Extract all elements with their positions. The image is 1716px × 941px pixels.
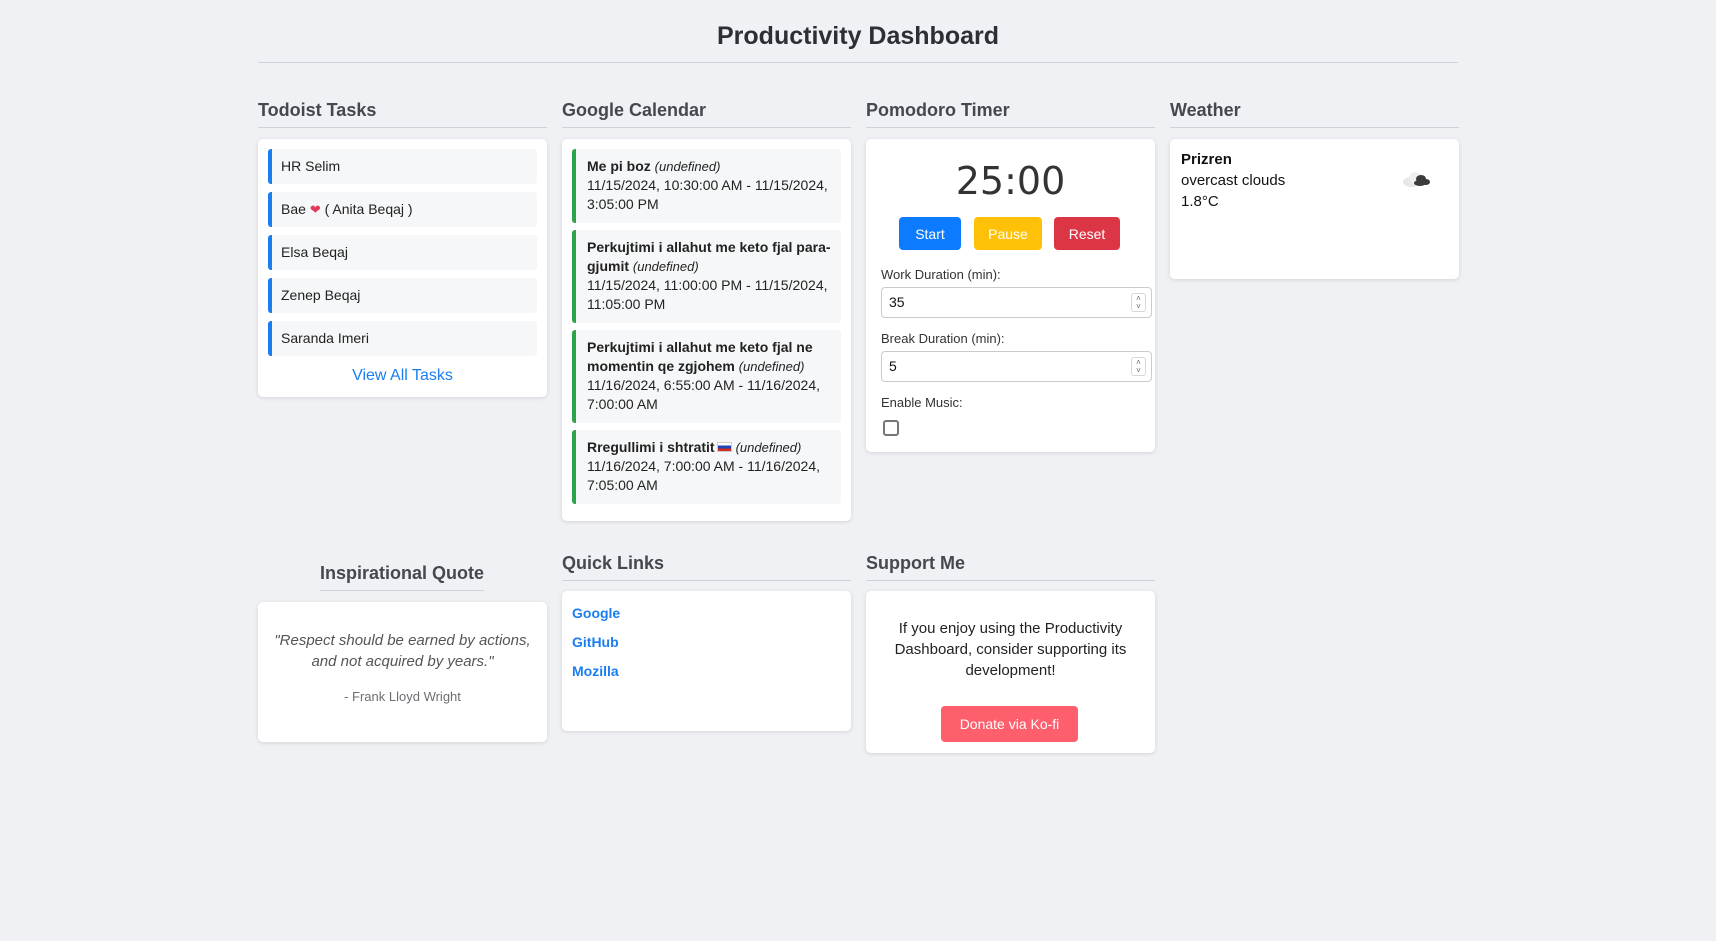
reset-button[interactable]: Reset bbox=[1054, 217, 1120, 250]
break-duration-label: Break Duration (min): bbox=[881, 331, 1005, 346]
event-title: Me pi boz bbox=[587, 158, 651, 174]
event-title: Rregullimi i shtratit bbox=[587, 439, 715, 455]
task-item[interactable]: Bae ❤ ( Anita Beqaj ) bbox=[268, 192, 537, 227]
heart-icon: ❤ bbox=[309, 202, 321, 217]
page-title: Productivity Dashboard bbox=[717, 22, 999, 50]
task-item[interactable]: Saranda Imeri bbox=[268, 321, 537, 356]
event-time: 11/16/2024, 7:00:00 AM - 11/16/2024, 7:0… bbox=[587, 458, 820, 493]
calendar-event[interactable]: Me pi boz (undefined) 11/15/2024, 10:30:… bbox=[572, 149, 841, 223]
stepper-icon[interactable]: ˄ ˅ bbox=[1131, 293, 1146, 312]
enable-music-label: Enable Music: bbox=[881, 395, 963, 410]
quote-author: - Frank Lloyd Wright bbox=[344, 689, 461, 704]
work-duration-input[interactable]: 35 ˄ ˅ bbox=[881, 287, 1152, 318]
event-time: 11/15/2024, 11:00:00 PM - 11/15/2024, 11… bbox=[587, 277, 828, 312]
work-duration-label: Work Duration (min): bbox=[881, 267, 1001, 282]
support-card: If you enjoy using the Productivity Dash… bbox=[866, 591, 1155, 753]
work-duration-value: 35 bbox=[889, 294, 905, 310]
calendar-card: Me pi boz (undefined) 11/15/2024, 10:30:… bbox=[562, 139, 851, 521]
task-label-suffix: ( Anita Beqaj ) bbox=[324, 201, 413, 217]
task-item[interactable]: Zenep Beqaj bbox=[268, 278, 537, 313]
stepper-icon[interactable]: ˄ ˅ bbox=[1131, 357, 1146, 376]
link-google[interactable]: Google bbox=[572, 605, 620, 621]
support-text: If you enjoy using the Productivity Dash… bbox=[894, 620, 1127, 679]
weather-city: Prizren bbox=[1181, 151, 1232, 168]
cloud-icon bbox=[1403, 172, 1430, 187]
quote-text: "Respect should be earned by actions, an… bbox=[274, 632, 531, 670]
pomodoro-heading: Pomodoro Timer bbox=[866, 100, 1155, 128]
weather-heading: Weather bbox=[1170, 100, 1459, 128]
flag-icon bbox=[716, 442, 732, 453]
calendar-event[interactable]: Perkujtimi i allahut me keto fjal ne mom… bbox=[572, 330, 841, 423]
event-time: 11/15/2024, 10:30:00 AM - 11/15/2024, 3:… bbox=[587, 177, 828, 212]
quote-heading: Inspirational Quote bbox=[320, 563, 484, 591]
task-label: Saranda Imeri bbox=[281, 330, 369, 346]
calendar-event[interactable]: Rregullimi i shtratit (undefined) 11/16/2… bbox=[572, 430, 841, 504]
link-github[interactable]: GitHub bbox=[572, 634, 619, 650]
task-item[interactable]: HR Selim bbox=[268, 149, 537, 184]
pomodoro-card: 25:00 Start Pause Reset Work Duration (m… bbox=[866, 139, 1155, 452]
task-label: Bae bbox=[281, 201, 306, 217]
break-duration-input[interactable]: 5 ˄ ˅ bbox=[881, 351, 1152, 382]
pause-button[interactable]: Pause bbox=[974, 217, 1042, 250]
calendar-event[interactable]: Perkujtimi i allahut me keto fjal para-g… bbox=[572, 230, 841, 323]
todoist-card: HR Selim Bae ❤ ( Anita Beqaj ) Elsa Beqa… bbox=[258, 139, 547, 397]
weather-description: overcast clouds bbox=[1181, 172, 1286, 189]
quick-links-card: Google GitHub Mozilla bbox=[562, 591, 851, 731]
donate-button[interactable]: Donate via Ko-fi bbox=[941, 706, 1078, 742]
event-tag: (undefined) bbox=[654, 159, 721, 174]
quote-card: "Respect should be earned by actions, an… bbox=[258, 602, 547, 742]
task-label: Elsa Beqaj bbox=[281, 244, 348, 260]
weather-temperature: 1.8°C bbox=[1181, 193, 1219, 210]
event-time: 11/16/2024, 6:55:00 AM - 11/16/2024, 7:0… bbox=[587, 377, 820, 412]
view-all-tasks-link[interactable]: View All Tasks bbox=[258, 367, 547, 385]
link-mozilla[interactable]: Mozilla bbox=[572, 663, 619, 679]
event-tag: (undefined) bbox=[735, 440, 802, 455]
break-duration-value: 5 bbox=[889, 358, 897, 374]
event-tag: (undefined) bbox=[632, 259, 699, 274]
weather-card: Prizren overcast clouds 1.8°C bbox=[1170, 139, 1459, 279]
todoist-heading: Todoist Tasks bbox=[258, 100, 547, 128]
start-button[interactable]: Start bbox=[899, 217, 961, 250]
task-label: Zenep Beqaj bbox=[281, 287, 361, 303]
task-item[interactable]: Elsa Beqaj bbox=[268, 235, 537, 270]
event-tag: (undefined) bbox=[738, 359, 805, 374]
event-title: Perkujtimi i allahut me keto fjal para-g… bbox=[587, 239, 831, 274]
quick-links-heading: Quick Links bbox=[562, 553, 851, 581]
timer-display: 25:00 bbox=[955, 159, 1066, 203]
calendar-heading: Google Calendar bbox=[562, 100, 851, 128]
title-divider bbox=[258, 62, 1458, 63]
support-heading: Support Me bbox=[866, 553, 1155, 581]
enable-music-checkbox[interactable] bbox=[883, 420, 899, 436]
task-label: HR Selim bbox=[281, 158, 341, 174]
